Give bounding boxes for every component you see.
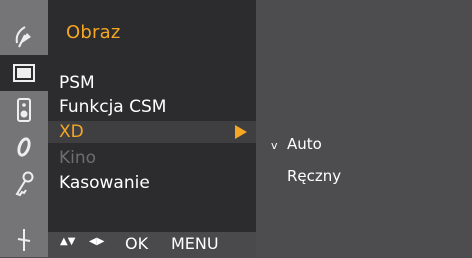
menu-item-label: Kasowanie [59, 173, 150, 193]
left-right-arrows-icon: ◀▶ [89, 236, 105, 247]
clock-icon[interactable] [3, 129, 45, 165]
menu-hint: MENU [171, 234, 219, 253]
ok-hint: OK [125, 234, 149, 253]
picture-icon[interactable] [0, 55, 48, 91]
check-mark-icon: v [271, 139, 278, 152]
sound-icon[interactable] [3, 92, 45, 128]
up-down-arrows-icon: ▲▼ [60, 236, 76, 247]
menu-item-psm[interactable]: PSM [59, 72, 95, 94]
tv-osd-screen: Obraz PSM Funkcja CSM XD Kino Kasowanie … [0, 0, 472, 257]
menu-title: Obraz [66, 22, 121, 43]
submenu-arrow-icon [235, 125, 247, 139]
menu-item-label: PSM [59, 73, 95, 93]
option-auto[interactable]: Auto [287, 135, 322, 153]
option-manual[interactable]: Ręczny [287, 167, 341, 185]
menu-panel: Obraz PSM Funkcja CSM XD Kino Kasowanie … [48, 0, 256, 257]
key-icon[interactable] [3, 166, 45, 202]
satellite-dish-icon[interactable] [3, 18, 45, 54]
navigation-hint-bar: ▲▼ ◀▶ OK MENU [48, 232, 256, 257]
menu-item-label: Kino [59, 148, 97, 168]
menu-item-reset[interactable]: Kasowanie [59, 172, 150, 194]
menu-item-csm[interactable]: Funkcja CSM [59, 96, 166, 118]
menu-item-xd[interactable]: XD [48, 121, 256, 143]
options-icon[interactable] [3, 222, 45, 258]
menu-item-label: Funkcja CSM [59, 97, 167, 117]
category-icon-strip [0, 0, 48, 257]
menu-item-label: XD [59, 122, 84, 142]
menu-item-kino: Kino [59, 147, 96, 169]
